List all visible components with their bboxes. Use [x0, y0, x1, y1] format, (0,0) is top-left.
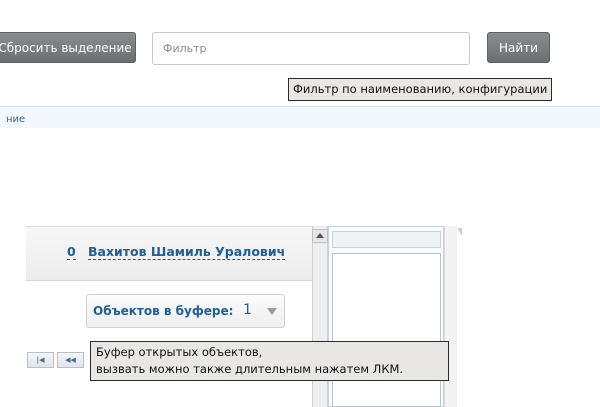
filter-tooltip: Фильтр по наименованию, конфигурации	[288, 78, 553, 101]
user-name-link[interactable]: Вахитов Шамиль Уралович	[88, 245, 286, 260]
filter-input[interactable]	[152, 32, 470, 65]
buffer-count: 1	[243, 302, 252, 318]
chevron-down-icon	[267, 308, 277, 315]
buffer-tooltip-line2: вызвать можно также длительным нажатем Л…	[96, 362, 404, 376]
buffer-tooltip: Буфер открытых объектов, вызвать можно т…	[90, 341, 449, 381]
buffer-label: Объектов в буфере:	[93, 304, 234, 318]
pager-first-button[interactable]: |◀	[27, 352, 54, 368]
pager-prev-button[interactable]: ◀◀	[57, 352, 84, 368]
reset-selection-button[interactable]: Сбросить выделение	[0, 32, 136, 63]
frame-list[interactable]	[332, 253, 441, 407]
user-count-link[interactable]: 0	[67, 245, 76, 260]
find-button[interactable]: Найти	[487, 32, 550, 63]
buffer-tooltip-line1: Буфер открытых объектов,	[96, 345, 263, 359]
frame-header	[332, 231, 441, 248]
info-strip	[0, 106, 600, 128]
corner-marker	[457, 228, 462, 236]
scroll-up-icon	[316, 233, 324, 238]
info-strip-text[interactable]: ние	[6, 114, 25, 125]
